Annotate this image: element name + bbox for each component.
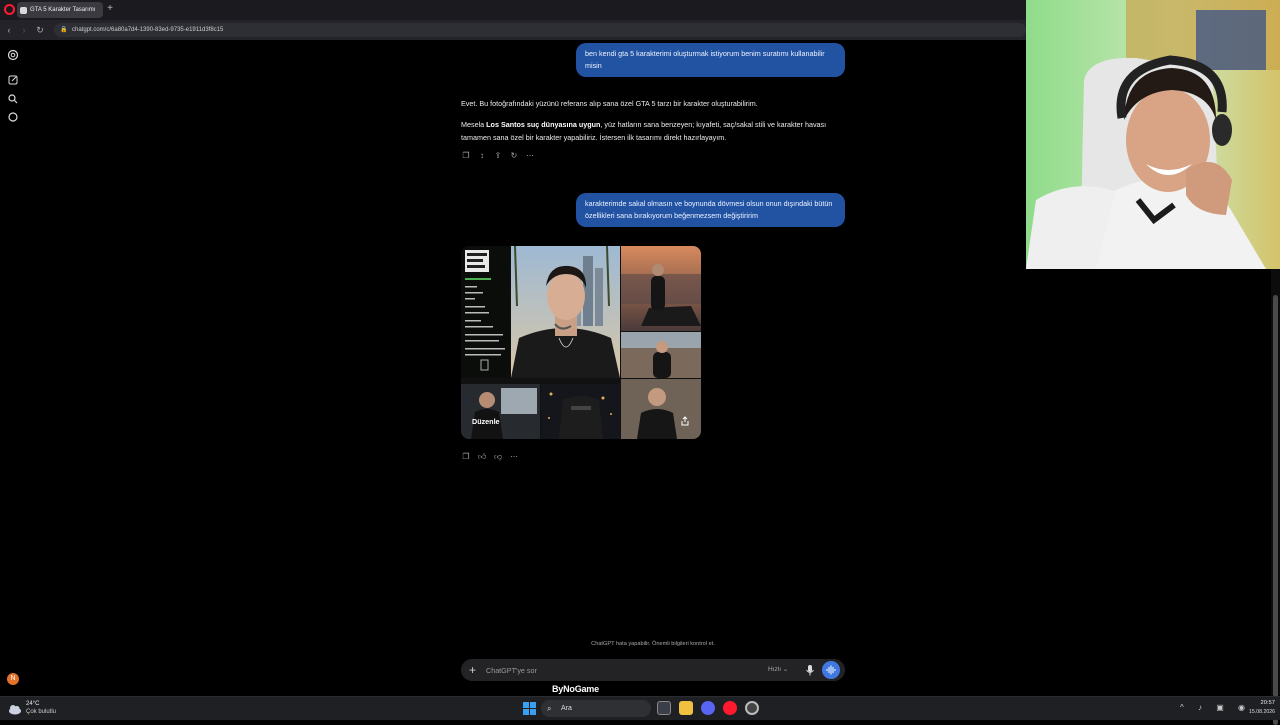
taskbar-search-label: Ara: [561, 705, 572, 712]
character-street-image[interactable]: [621, 332, 701, 378]
assistant-text-prefix: Mesela: [461, 120, 487, 129]
more-options-icon[interactable]: ⋯: [525, 151, 535, 161]
back-icon[interactable]: ‹: [3, 24, 15, 36]
assistant-message: Evet. Bu fotoğrafındaki yüzünü referans …: [461, 97, 841, 144]
cloud-weather-icon[interactable]: [8, 703, 22, 715]
chat-sidebar: [0, 40, 26, 695]
lock-icon: 🔒: [60, 27, 68, 33]
chat-bubble-icon[interactable]: [7, 111, 19, 123]
character-portrait-image[interactable]: [511, 246, 620, 378]
watermark: ByNoGame: [552, 684, 599, 694]
image-actions: ❐ 👍︎ 👎︎ ⋯: [461, 452, 519, 464]
user-message-text: ben kendi gta 5 karakterimi oluşturmak i…: [585, 49, 825, 70]
more-options-icon[interactable]: ⋯: [509, 452, 519, 462]
forward-icon[interactable]: ›: [18, 24, 30, 36]
regenerate-icon[interactable]: ↻: [509, 151, 519, 161]
weather-temperature: 24°C: [26, 701, 40, 707]
disclaimer-text: ChatGPT hata yapabilir. Önemli bilgileri…: [591, 641, 715, 647]
chatgpt-favicon-icon: [20, 6, 27, 14]
address-bar[interactable]: 🔒 chatgpt.com/c/6a80a7d4-1390-83ed-9735-…: [54, 23, 1026, 37]
scrollbar-thumb[interactable]: [1273, 295, 1278, 725]
user-message-text: karakterimde sakal olmasın ve boynunda d…: [585, 199, 833, 220]
new-chat-icon[interactable]: [7, 74, 19, 86]
prompt-input[interactable]: [486, 664, 746, 676]
assistant-paragraph-1: Evet. Bu fotoğrafındaki yüzünü referans …: [461, 99, 758, 108]
character-night-image[interactable]: [541, 384, 620, 439]
character-car-image[interactable]: [621, 246, 701, 331]
taskbar-search[interactable]: ⌕ Ara: [541, 700, 651, 717]
character-standing-image[interactable]: [621, 379, 701, 439]
file-explorer-icon[interactable]: [679, 701, 693, 715]
new-tab-button[interactable]: +: [104, 3, 116, 15]
openai-logo-icon[interactable]: [7, 49, 19, 61]
obs-icon[interactable]: [745, 701, 759, 715]
clock-date[interactable]: 15.08.2026: [1238, 709, 1275, 715]
share-image-icon[interactable]: [680, 416, 690, 426]
profile-badge[interactable]: N: [7, 673, 19, 685]
opera-browser-icon[interactable]: [723, 701, 737, 715]
search-chats-icon[interactable]: [7, 93, 19, 105]
voice-mode-icon[interactable]: [822, 661, 840, 679]
model-selector[interactable]: Hızlı ⌄: [768, 665, 788, 673]
switch-model-icon[interactable]: ↕: [477, 151, 487, 161]
task-view-icon[interactable]: [657, 701, 671, 715]
search-icon: ⌕: [547, 704, 552, 713]
prompt-composer: + Hızlı ⌄: [461, 659, 845, 681]
attach-plus-icon[interactable]: +: [469, 662, 476, 678]
user-message: ben kendi gta 5 karakterimi oluşturmak i…: [576, 43, 845, 77]
character-profile-image[interactable]: [461, 246, 510, 378]
assistant-actions: ❐ ↕ ⇪ ↻ ⋯: [461, 151, 535, 163]
thumbs-down-icon[interactable]: 👎︎: [493, 452, 503, 462]
assistant-paragraph-2: Mesela Los Santos suç dünyasına uygun, y…: [461, 118, 841, 144]
thumbs-up-icon[interactable]: 👍︎: [477, 452, 487, 462]
character-driving-image[interactable]: [461, 384, 540, 439]
webcam-overlay: [1026, 0, 1280, 269]
copy-icon[interactable]: ❐: [461, 151, 471, 161]
generated-image-collage[interactable]: Düzenle: [461, 246, 701, 439]
assistant-text-bold: Los Santos suç dünyasına uygun: [486, 120, 601, 129]
windows-start-icon[interactable]: [523, 702, 536, 715]
browser-logo-icon[interactable]: [4, 4, 15, 15]
share-icon[interactable]: ⇪: [493, 151, 503, 161]
clock-time[interactable]: 20:57: [1245, 700, 1275, 706]
copy-icon[interactable]: ❐: [461, 452, 471, 462]
user-message: karakterimde sakal olmasın ve boynunda d…: [576, 193, 845, 227]
tab-title: GTA 5 Karakter Tasarımı: [30, 7, 96, 13]
weather-description: Çok bulutlu: [26, 709, 57, 715]
url-text: chatgpt.com/c/6a80a7d4-1390-83ed-9735-e1…: [72, 27, 224, 33]
windows-taskbar: 24°C Çok bulutlu ⌕ Ara ^ ♪ ▣ ◉ 20:57 15.…: [0, 696, 1280, 720]
discord-icon[interactable]: [701, 701, 715, 715]
reload-icon[interactable]: ↻: [34, 24, 46, 36]
browser-tab[interactable]: GTA 5 Karakter Tasarımı: [17, 2, 103, 18]
edit-image-button[interactable]: Düzenle: [472, 417, 500, 426]
microphone-icon[interactable]: [805, 664, 815, 676]
